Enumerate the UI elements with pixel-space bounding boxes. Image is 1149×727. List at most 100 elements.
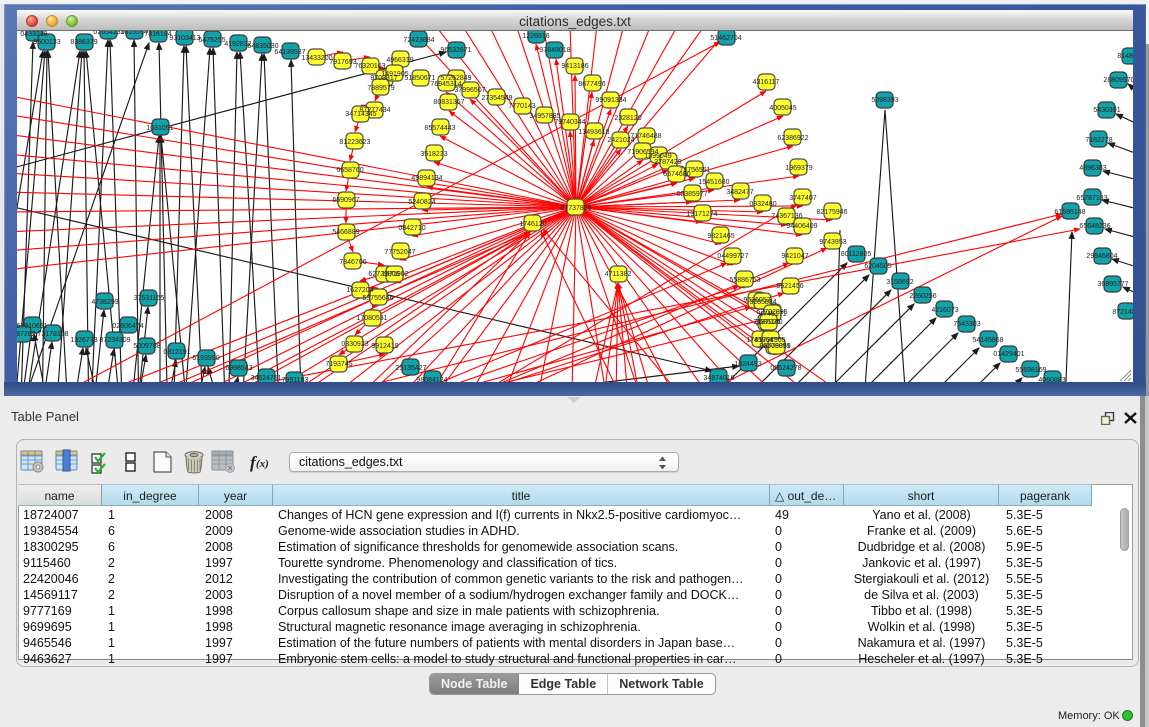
svg-text:3482477: 3482477 (726, 189, 753, 196)
svg-text:1031051: 1031051 (146, 125, 173, 132)
svg-text:98084124: 98084124 (416, 377, 447, 382)
svg-text:1824493: 1824493 (734, 361, 761, 368)
svg-text:0932480: 0932480 (749, 201, 776, 208)
svg-text:51462704: 51462704 (710, 35, 741, 42)
svg-text:34714345: 34714345 (345, 111, 376, 118)
svg-text:4216073: 4216073 (931, 307, 958, 314)
svg-text:4896383: 4896383 (1079, 165, 1106, 172)
svg-text:9421047: 9421047 (781, 253, 808, 260)
svg-text:0812191: 0812191 (163, 349, 190, 356)
svg-text:6204505: 6204505 (864, 263, 891, 270)
svg-text:3158692: 3158692 (886, 279, 913, 286)
svg-text:3747407: 3747407 (789, 195, 816, 202)
svg-text:7346706: 7346706 (339, 259, 366, 266)
svg-text:0842710: 0842710 (398, 225, 425, 232)
svg-text:0433218: 0433218 (20, 31, 47, 38)
svg-text:94406409: 94406409 (786, 223, 817, 230)
svg-text:96532871: 96532871 (440, 47, 471, 54)
svg-text:62386922: 62386922 (777, 135, 808, 142)
svg-text:2787429: 2787429 (654, 159, 681, 166)
svg-text:67010651: 67010651 (17, 323, 48, 330)
svg-text:7182278: 7182278 (1085, 137, 1112, 144)
svg-text:7991183: 7991183 (282, 377, 309, 382)
svg-text:1226916: 1226916 (522, 33, 549, 40)
svg-text:5240824: 5240824 (408, 199, 435, 206)
svg-text:34624751: 34624751 (250, 375, 281, 382)
svg-text:1627204: 1627204 (346, 287, 373, 294)
svg-text:(x): (x) (256, 458, 269, 470)
svg-text:2260256: 2260256 (909, 293, 936, 300)
svg-text:13493618: 13493618 (578, 129, 609, 136)
svg-text:49894134: 49894134 (411, 175, 442, 182)
svg-text:00524278: 00524278 (770, 365, 801, 372)
svg-text:6690967: 6690967 (332, 197, 359, 204)
svg-text:99091334: 99091334 (595, 97, 626, 104)
svg-text:9912419: 9912419 (371, 343, 398, 350)
svg-text:3387262: 3387262 (17, 331, 36, 338)
svg-text:9821465: 9821465 (707, 233, 734, 240)
svg-text:4316117: 4316117 (753, 79, 780, 86)
svg-text:6998543: 6998543 (225, 365, 252, 372)
svg-text:93103413: 93103413 (169, 35, 200, 42)
svg-text:7816184: 7816184 (144, 31, 171, 38)
svg-text:13433200: 13433200 (301, 55, 332, 62)
svg-text:87234309: 87234309 (99, 337, 130, 344)
svg-text:73178108: 73178108 (37, 331, 68, 338)
svg-text:65648236: 65648236 (1079, 223, 1110, 230)
svg-text:0330923: 0330923 (341, 341, 368, 348)
svg-text:4966319: 4966319 (386, 57, 413, 64)
svg-text:65787133: 65787133 (1076, 195, 1107, 202)
svg-text:8148932: 8148932 (1117, 53, 1133, 60)
svg-text:5098393: 5098393 (871, 97, 898, 104)
svg-text:9600133: 9600133 (33, 39, 60, 46)
svg-text:71746488: 71746488 (630, 133, 661, 140)
svg-text:55698169: 55698169 (1015, 367, 1046, 374)
svg-text:4060883: 4060883 (1038, 377, 1065, 382)
svg-text:5430391: 5430391 (1093, 107, 1120, 114)
svg-text:79740344: 79740344 (554, 119, 585, 126)
svg-text:7543303: 7543303 (953, 321, 980, 328)
svg-text:97848018: 97848018 (539, 47, 570, 54)
svg-text:25135427: 25135427 (395, 365, 426, 372)
svg-text:15451680: 15451680 (698, 179, 729, 186)
svg-text:8721489: 8721489 (1112, 309, 1133, 316)
svg-text:7770143: 7770143 (508, 103, 535, 110)
svg-text:27354549: 27354549 (481, 95, 512, 102)
svg-text:3518233: 3518233 (420, 151, 447, 158)
svg-text:02606474: 02606474 (112, 323, 143, 330)
svg-text:1326773: 1326773 (70, 337, 97, 344)
svg-text:67737826: 67737826 (560, 205, 591, 212)
svg-text:1746120: 1746120 (519, 221, 546, 228)
svg-text:37996507: 37996507 (454, 87, 485, 94)
svg-text:74367136: 74367136 (771, 213, 802, 220)
svg-text:5009788: 5009788 (133, 343, 160, 350)
svg-text:1671902: 1671902 (381, 271, 408, 278)
svg-text:28809570: 28809570 (1103, 77, 1133, 84)
svg-text:3685160: 3685160 (755, 319, 782, 326)
svg-text:34874016: 34874016 (703, 375, 734, 382)
svg-text:9413186: 9413186 (561, 63, 588, 70)
svg-text:36995777: 36995777 (1097, 281, 1128, 288)
svg-text:4738299: 4738299 (91, 299, 118, 306)
svg-text:2328120: 2328120 (614, 115, 641, 122)
svg-text:81223623: 81223623 (339, 139, 370, 146)
svg-text:8677496: 8677496 (578, 81, 605, 88)
svg-text:6193990: 6193990 (192, 355, 219, 362)
svg-text:4005045: 4005045 (769, 105, 796, 112)
svg-text:3709859: 3709859 (763, 343, 790, 350)
svg-text:54145868: 54145868 (972, 337, 1003, 344)
svg-text:77752047: 77752047 (384, 249, 415, 256)
svg-text:9521456: 9521456 (776, 283, 803, 290)
svg-text:82175946: 82175946 (816, 209, 847, 216)
svg-text:53755646: 53755646 (362, 295, 393, 302)
svg-text:7889579: 7889579 (367, 85, 394, 92)
svg-text:76320163: 76320163 (354, 63, 385, 70)
svg-text:85574443: 85574443 (424, 125, 455, 132)
svg-text:4711382: 4711382 (605, 271, 632, 278)
svg-text:60385977: 60385977 (676, 191, 707, 198)
svg-text:80831367: 80831367 (433, 99, 464, 106)
svg-text:37631165: 37631165 (134, 295, 165, 302)
svg-text:55886753: 55886753 (729, 277, 760, 284)
svg-text:8386379: 8386379 (70, 39, 97, 46)
svg-text:17080531: 17080531 (356, 315, 387, 322)
